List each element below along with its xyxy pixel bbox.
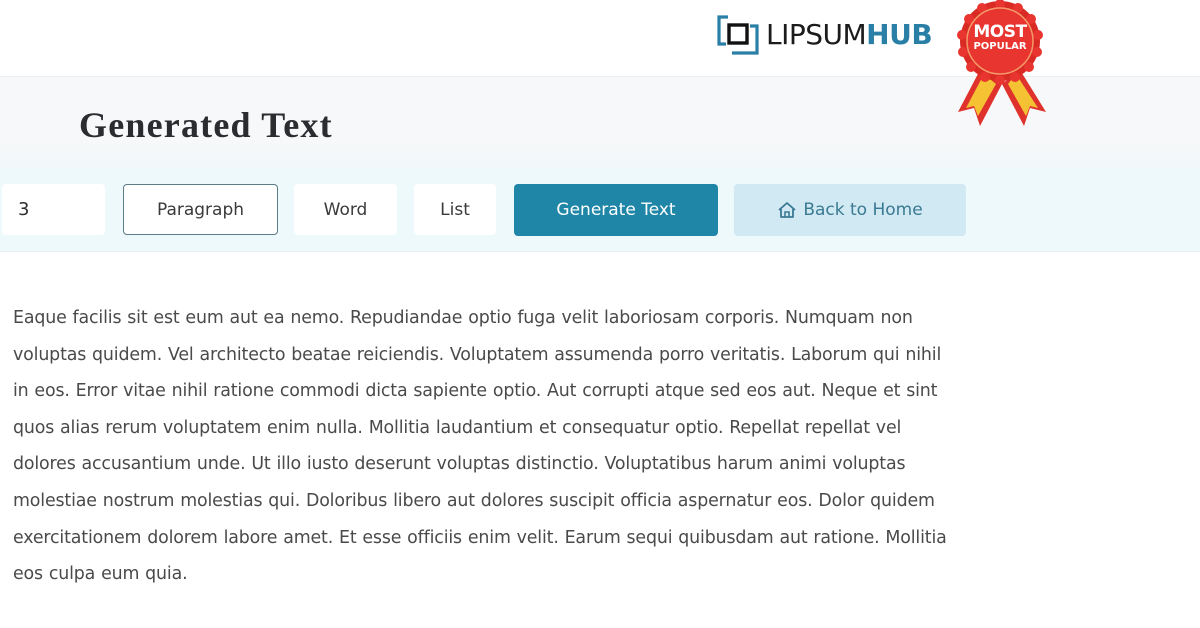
text-line: dolores accusantium unde. Ut illo iusto …	[13, 454, 906, 475]
award-ribbon-icon	[957, 0, 1046, 126]
text-line: eos culpa eum quia.	[13, 564, 188, 585]
word-option-button[interactable]: Word	[294, 184, 397, 235]
badge-line-most: MOST	[973, 22, 1027, 42]
logo-text-lipsum: LIPSUM	[766, 18, 867, 51]
generator-toolbar: Paragraph Word List Generate Text Back t…	[0, 168, 1200, 252]
text-line: in eos. Error vitae nihil ratione commod…	[13, 381, 938, 402]
lipsumhub-logo[interactable]: LIPSUMHUB	[716, 14, 933, 56]
badge-text: MOST POPULAR	[950, 24, 1050, 52]
back-to-home-label: Back to Home	[803, 200, 923, 220]
most-popular-badge: MOST POPULAR	[950, 0, 1054, 130]
text-line: Eaque facilis sit est eum aut ea nemo. R…	[13, 308, 913, 328]
page-title: Generated Text	[79, 105, 333, 145]
text-line: molestiae nostrum molestias qui. Dolorib…	[13, 490, 935, 511]
generate-text-button[interactable]: Generate Text	[514, 184, 718, 236]
text-line: quos alias rerum voluptatem enim nulla. …	[13, 417, 902, 438]
home-icon	[778, 202, 796, 218]
list-option-button[interactable]: List	[414, 184, 496, 235]
text-line: exercitationem dolorem labore amet. Et e…	[13, 527, 947, 548]
text-line: voluptas quidem. Vel architecto beatae r…	[13, 344, 942, 365]
badge-line-popular: POPULAR	[973, 41, 1027, 52]
logo-text: LIPSUMHUB	[766, 14, 933, 56]
back-to-home-button[interactable]: Back to Home	[734, 184, 966, 236]
logo-text-hub: HUB	[866, 18, 933, 51]
paragraph-option-button[interactable]: Paragraph	[123, 184, 278, 235]
count-input[interactable]	[2, 184, 105, 235]
generated-text-output: Eaque facilis sit est eum aut ea nemo. R…	[13, 300, 1183, 593]
stacked-squares-icon	[716, 14, 760, 56]
